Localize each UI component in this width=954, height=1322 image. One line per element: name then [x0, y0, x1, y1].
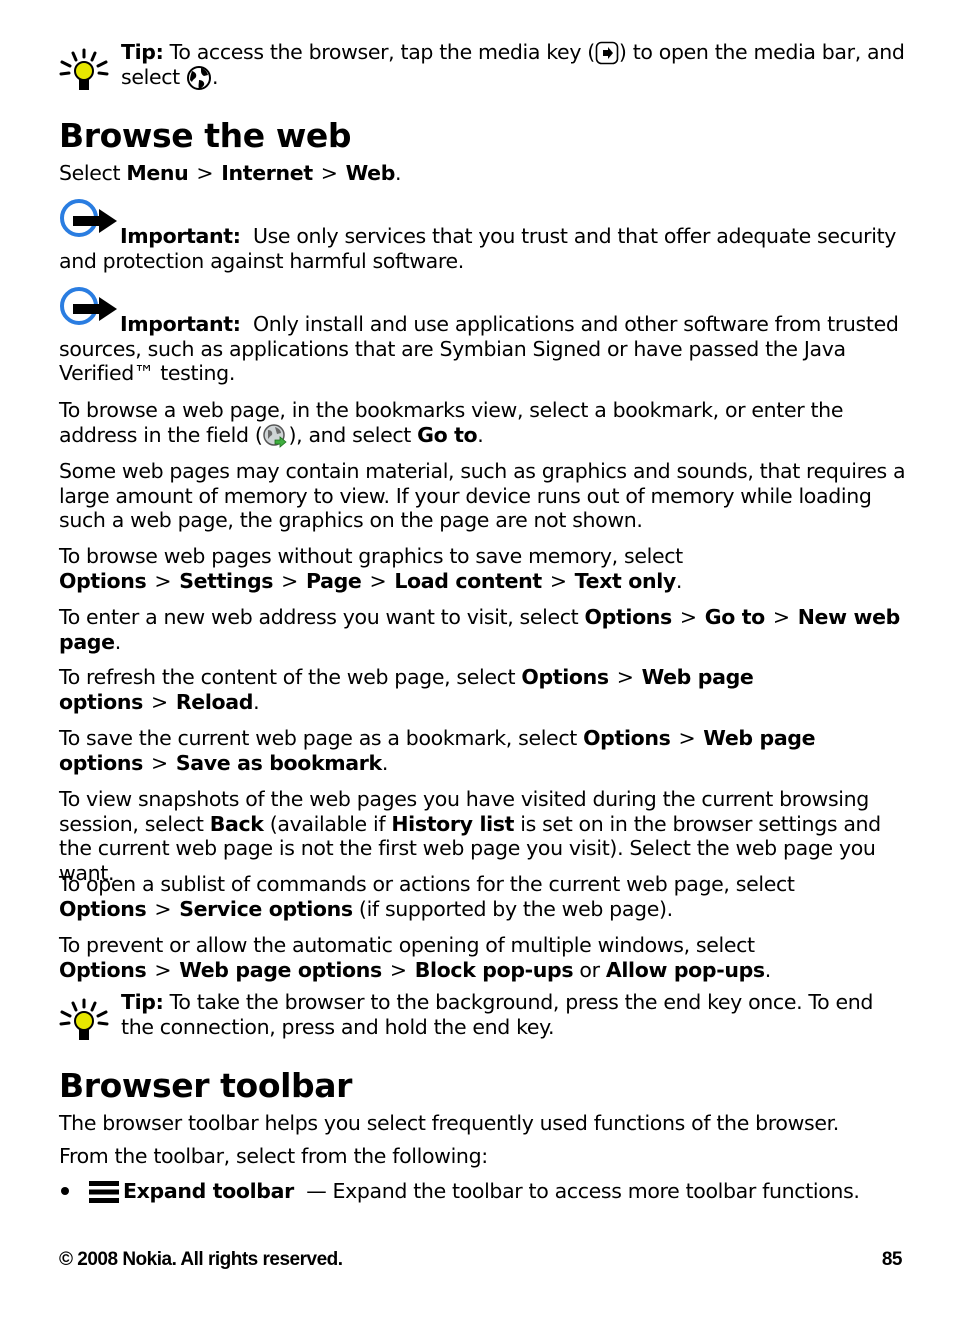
path-item: Options — [583, 726, 671, 750]
important-notice: Important: Only install and use applicat… — [59, 286, 909, 391]
paragraph: To save the current web page as a bookma… — [59, 726, 909, 775]
text: To enter a new web address you want to v… — [59, 605, 585, 629]
tip-body: To take the browser to the background, p… — [121, 990, 874, 1039]
path-separator: > — [616, 665, 634, 689]
important-label: Important: — [120, 312, 241, 336]
bullet — [61, 1186, 69, 1195]
paragraph: From the toolbar, select from the follow… — [59, 1144, 488, 1168]
path-separator: > — [549, 568, 567, 593]
path-separator: > — [151, 750, 168, 775]
path-separator: > — [154, 896, 172, 921]
path-separator: > — [772, 605, 790, 629]
path-item: Save as bookmark — [175, 750, 382, 775]
text: To refresh the content of the web page, … — [59, 665, 522, 689]
lightbulb-tip-icon — [59, 998, 109, 1040]
important-text: Important: Only install and use applicat… — [59, 312, 909, 386]
path-separator: > — [281, 568, 298, 593]
paragraph: Some web pages may contain material, suc… — [59, 459, 906, 533]
path-item: Options — [59, 957, 147, 982]
menu-path: Select Menu > Internet > Web. — [59, 161, 402, 186]
tip-label: Tip: — [121, 990, 164, 1014]
period: . — [764, 957, 772, 982]
text: or — [573, 957, 606, 982]
option-name: History list — [391, 811, 515, 836]
text: To open a sublist of commands or actions… — [59, 872, 795, 896]
tip-text-part: To access the browser, tap the media key… — [163, 40, 596, 64]
important-text: Important: Use only services that you tr… — [59, 224, 909, 273]
path-item: Page — [305, 568, 362, 593]
path-item: Web — [345, 161, 396, 185]
important-notice: Important: Use only services that you tr… — [59, 198, 909, 278]
path-item: Text only — [574, 568, 677, 593]
important-label: Important: — [120, 224, 241, 248]
path-separator: > — [369, 568, 387, 593]
expand-toolbar-icon — [89, 1181, 119, 1203]
toolbar-item-label: Expand toolbar — [123, 1179, 294, 1203]
path-item: Options — [584, 605, 673, 629]
text: To save the current web page as a bookma… — [59, 726, 584, 750]
path-separator: > — [320, 161, 338, 185]
path-item: Load content — [394, 568, 542, 593]
paragraph: To open a sublist of commands or actions… — [59, 872, 909, 921]
text: (available if — [263, 811, 392, 836]
path-item: Internet — [221, 161, 313, 185]
path-item: Service options — [179, 896, 353, 921]
period: . — [381, 750, 389, 775]
path-item: Settings — [179, 568, 274, 593]
option-name: Go to — [417, 422, 478, 447]
path-separator: > — [154, 568, 172, 593]
option-name: Back — [209, 811, 264, 836]
path-item: Go to — [704, 605, 766, 629]
text: To browse web pages without graphics to … — [59, 544, 683, 568]
text: ), and select — [288, 422, 418, 447]
go-to-address-icon — [263, 423, 288, 448]
text: (if supported by the web page). — [352, 896, 673, 921]
tip-text-part: . — [211, 65, 219, 89]
lightbulb-tip-icon — [59, 48, 109, 90]
path-item: Options — [59, 896, 147, 921]
path-separator: > — [679, 605, 697, 629]
path-item: Options — [59, 568, 147, 593]
paragraph: The browser toolbar helps you select fre… — [59, 1111, 839, 1135]
paragraph: To view snapshots of the web pages you h… — [59, 787, 909, 885]
section-title: Browse the web — [59, 116, 352, 155]
text: To prevent or allow the automatic openin… — [59, 933, 755, 957]
paragraph: To browse a web page, in the bookmarks v… — [59, 398, 909, 449]
path-intro: Select — [59, 161, 127, 185]
path-item: Block pop-ups — [414, 957, 574, 982]
period: . — [395, 161, 402, 185]
period: . — [675, 568, 683, 593]
path-item: Options — [521, 665, 609, 689]
path-separator: > — [196, 161, 214, 185]
path-separator: > — [151, 689, 168, 714]
copyright: © 2008 Nokia. All rights reserved. — [59, 1249, 343, 1270]
tip-text: Tip: To take the browser to the backgrou… — [121, 990, 911, 1039]
paragraph: To refresh the content of the web page, … — [59, 665, 909, 714]
path-separator: > — [678, 726, 696, 750]
media-key-icon — [595, 41, 619, 65]
paragraph: To browse web pages without graphics to … — [59, 544, 909, 593]
paragraph: To enter a new web address you want to v… — [59, 605, 909, 654]
path-separator: > — [389, 957, 407, 982]
path-item: Reload — [175, 689, 254, 714]
period: . — [253, 689, 260, 714]
list-item: Expand toolbar — Expand the toolbar to a… — [59, 1179, 909, 1204]
page-number: 85 — [881, 1249, 903, 1270]
toolbar-item-desc: — Expand the toolbar to access more tool… — [300, 1179, 860, 1203]
path-item: Web page options — [179, 957, 382, 982]
option-name: Allow pop-ups — [605, 957, 765, 982]
globe-web-icon — [186, 66, 211, 90]
section-title: Browser toolbar — [59, 1066, 352, 1105]
tip-label: Tip: — [121, 40, 164, 64]
period: . — [114, 629, 122, 654]
path-separator: > — [154, 957, 172, 982]
paragraph: To prevent or allow the automatic openin… — [59, 933, 909, 982]
text: . — [477, 422, 484, 447]
tip-text: Tip: To access the browser, tap the medi… — [121, 40, 911, 91]
path-item: Menu — [126, 161, 189, 185]
